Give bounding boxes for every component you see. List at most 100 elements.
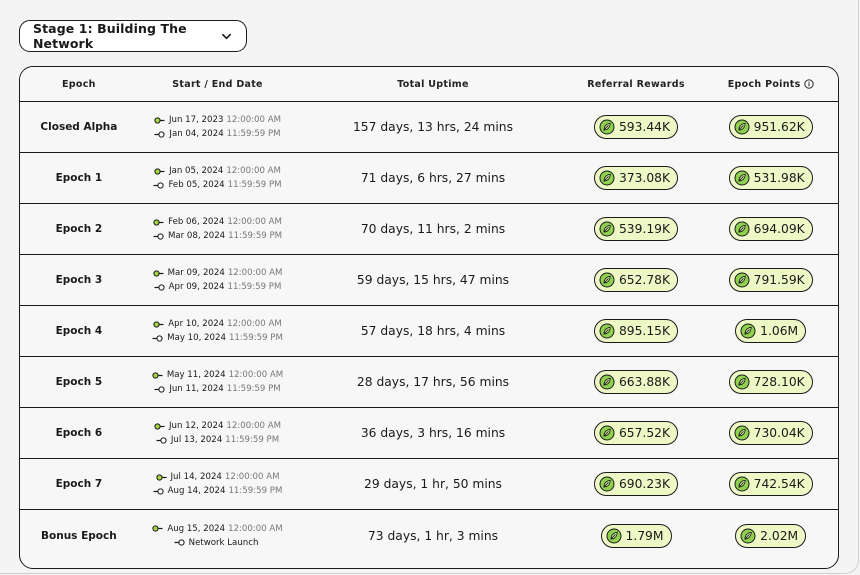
epoch-name: Epoch 5 — [55, 376, 103, 388]
start-time-value: 12:00:00 AM — [226, 166, 281, 176]
leaf-coin-icon — [599, 476, 615, 492]
end-marker-icon — [174, 539, 185, 546]
end-date-value: Jun 11, 2024 — [169, 384, 224, 394]
leaf-coin-icon — [599, 221, 615, 237]
start-date: Feb 06, 2024 12:00:00 AM — [153, 217, 282, 227]
end-time-value: 11:59:59 PM — [227, 282, 282, 292]
table-row: Epoch 3 Mar 09, 2024 12:00:00 AM Apr 09,… — [20, 255, 838, 306]
start-date: Mar 09, 2024 12:00:00 AM — [152, 268, 282, 278]
stage-dropdown[interactable]: Stage 1: Building The Network — [19, 20, 247, 52]
referral-rewards-value: 657.52K — [618, 426, 671, 440]
date-range: Jun 12, 2024 12:00:00 AM Jul 13, 2024 11… — [138, 421, 298, 445]
total-uptime: 29 days, 1 hr, 50 mins — [364, 477, 502, 491]
referral-rewards-value: 373.08K — [618, 171, 671, 185]
referral-rewards-badge: 663.88K — [593, 370, 679, 394]
referral-cell: 652.78K — [569, 268, 704, 292]
end-time-value: 11:59:59 PM — [226, 384, 281, 394]
leaf-coin-icon — [734, 119, 750, 135]
table-row: Closed Alpha Jun 17, 2023 12:00:00 AM Ja… — [20, 102, 838, 153]
end-time-value: 11:59:59 PM — [227, 180, 282, 190]
header-uptime: Total Uptime — [397, 78, 469, 90]
start-date-value: Jan 05, 2024 — [169, 166, 224, 176]
referral-cell: 895.15K — [569, 319, 704, 343]
end-time-value: 11:59:59 PM — [226, 129, 281, 139]
leaf-coin-icon — [734, 170, 750, 186]
table-row: Epoch 5 May 11, 2024 12:00:00 AM Jun 11,… — [20, 357, 838, 408]
epoch-points-badge: 1.06M — [735, 319, 807, 343]
points-cell: 728.10K — [703, 370, 838, 394]
start-date: Apr 10, 2024 12:00:00 AM — [153, 319, 282, 329]
end-marker-icon — [152, 334, 163, 342]
referral-cell: 539.19K — [569, 217, 704, 241]
table-header: Epoch Start / End Date Total Uptime Refe… — [20, 67, 838, 102]
referral-rewards-badge: 657.52K — [593, 421, 679, 445]
table-row: Epoch 7 Jul 14, 2024 12:00:00 AM Aug 14,… — [20, 459, 838, 510]
leaf-coin-icon — [734, 272, 750, 288]
epoch-points-value: 951.62K — [753, 120, 805, 134]
epoch-points-badge: 730.04K — [728, 421, 813, 445]
end-date-value: Jul 13, 2024 — [170, 435, 223, 445]
table-body: Closed Alpha Jun 17, 2023 12:00:00 AM Ja… — [20, 102, 838, 561]
total-uptime: 70 days, 11 hrs, 2 mins — [360, 222, 506, 236]
referral-rewards-value: 652.78K — [618, 273, 671, 287]
epoch-points-badge: 694.09K — [728, 217, 813, 241]
info-icon[interactable] — [803, 79, 814, 89]
end-date-value: Network Launch — [188, 537, 259, 548]
end-marker-icon — [154, 385, 165, 393]
start-marker-icon — [154, 167, 165, 175]
end-time-value: 11:59:59 PM — [225, 435, 280, 445]
end-date-value: Feb 05, 2024 — [168, 180, 225, 190]
start-time-value: 12:00:00 AM — [227, 319, 282, 329]
leaf-coin-icon — [599, 374, 615, 390]
date-range: Feb 06, 2024 12:00:00 AM Mar 08, 2024 11… — [138, 217, 298, 241]
header-dates: Start / End Date — [172, 78, 263, 90]
points-cell: 1.06M — [703, 319, 838, 343]
end-time-value: 11:59:59 PM — [228, 486, 283, 496]
end-date: Mar 08, 2024 11:59:59 PM — [153, 231, 282, 241]
points-cell: 951.62K — [703, 115, 838, 139]
header-points-label: Epoch Points — [727, 78, 801, 90]
table-row: Epoch 2 Feb 06, 2024 12:00:00 AM Mar 08,… — [20, 204, 838, 255]
total-uptime: 73 days, 1 hr, 3 mins — [367, 528, 499, 543]
epoch-name: Epoch 6 — [55, 427, 103, 439]
start-time-value: 12:00:00 AM — [227, 217, 282, 227]
table-row: Bonus Epoch Aug 15, 2024 12:00:00 AM Net… — [20, 510, 838, 561]
start-date: Jun 17, 2023 12:00:00 AM — [154, 115, 281, 125]
start-date: Jul 14, 2024 12:00:00 AM — [155, 472, 280, 482]
epoch-points-value: 791.59K — [753, 273, 805, 287]
end-date: May 10, 2024 11:59:59 PM — [152, 333, 283, 343]
referral-rewards-badge: 1.79M — [600, 523, 672, 548]
points-cell: 2.02M — [703, 523, 838, 548]
end-marker-icon — [156, 436, 167, 444]
referral-rewards-badge: 373.08K — [593, 166, 679, 190]
table-row: Epoch 4 Apr 10, 2024 12:00:00 AM May 10,… — [20, 306, 838, 357]
date-range: Apr 10, 2024 12:00:00 AM May 10, 2024 11… — [138, 319, 298, 343]
start-marker-icon — [153, 320, 164, 328]
start-marker-icon — [152, 371, 163, 379]
total-uptime: 157 days, 13 hrs, 24 mins — [352, 120, 513, 134]
end-date: Apr 09, 2024 11:59:59 PM — [154, 282, 282, 292]
start-date-value: Jul 14, 2024 — [170, 472, 222, 482]
header-points: Epoch Points — [703, 79, 838, 90]
leaf-coin-icon — [599, 425, 615, 441]
referral-cell: 373.08K — [569, 166, 704, 190]
end-time-value: 11:59:59 PM — [228, 333, 283, 343]
start-marker-icon — [154, 422, 165, 430]
end-date-value: Apr 09, 2024 — [168, 282, 225, 292]
start-date-value: Mar 09, 2024 — [167, 268, 225, 278]
start-date-value: Feb 06, 2024 — [168, 217, 225, 227]
epoch-points-badge: 742.54K — [728, 472, 813, 496]
end-date-value: Mar 08, 2024 — [167, 231, 226, 241]
end-date: Network Launch — [174, 538, 262, 548]
total-uptime: 36 days, 3 hrs, 16 mins — [360, 426, 506, 440]
epoch-points-badge: 2.02M — [735, 523, 807, 548]
total-uptime: 28 days, 17 hrs, 56 mins — [356, 375, 510, 389]
end-date-value: May 10, 2024 — [167, 333, 226, 343]
leaf-coin-icon — [606, 528, 621, 543]
epoch-points-value: 728.10K — [753, 375, 805, 389]
start-date: Aug 15, 2024 12:00:00 AM — [152, 524, 283, 534]
epoch-points-badge: 531.98K — [728, 166, 813, 190]
referral-rewards-value: 690.23K — [618, 477, 671, 491]
points-cell: 742.54K — [703, 472, 838, 496]
total-uptime: 71 days, 6 hrs, 27 mins — [360, 171, 506, 185]
